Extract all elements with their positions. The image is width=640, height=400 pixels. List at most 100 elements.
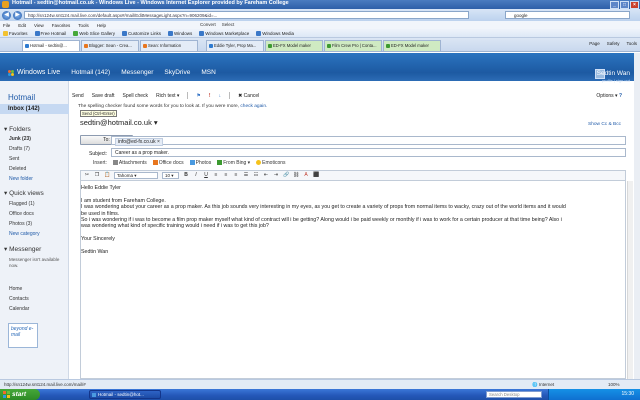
font-name-select[interactable]: Tahoma ▾ xyxy=(114,172,158,179)
sidebar-item-drafts[interactable]: Drafts (7) xyxy=(9,146,30,152)
page-scrollbar[interactable] xyxy=(634,53,640,379)
font-size-select[interactable]: 10 ▾ xyxy=(162,172,179,179)
nav-messenger[interactable]: Messenger xyxy=(121,69,153,76)
copy-icon[interactable]: ❐ xyxy=(94,172,100,179)
importance-icon[interactable]: ! xyxy=(209,93,211,99)
tab-blogger[interactable]: Blogger: Sean - Crea... xyxy=(81,40,139,51)
fav-windows-marketplace[interactable]: Windows Marketplace xyxy=(199,30,249,36)
align-right-icon[interactable]: ≡ xyxy=(233,172,239,179)
cancel-button[interactable]: ✖ Cancel xyxy=(238,93,259,99)
sidebar-item-office-docs[interactable]: Office docs xyxy=(9,211,34,217)
italic-button[interactable]: I xyxy=(193,172,199,179)
flag-icon[interactable]: ⚑ xyxy=(196,93,200,99)
message-body[interactable]: Hello Eddie Tyler I am student from Fare… xyxy=(80,181,626,379)
tools-menu[interactable]: Tools xyxy=(626,41,637,46)
nav-msn[interactable]: MSN xyxy=(201,69,215,76)
sidebar-title[interactable]: Hotmail xyxy=(8,93,35,102)
close-button[interactable]: × xyxy=(630,0,639,9)
insert-from-bing[interactable]: From Bing ▾ xyxy=(217,160,250,166)
select-button[interactable]: Select xyxy=(222,22,235,27)
send-button[interactable]: Send xyxy=(72,93,84,99)
start-button[interactable]: start xyxy=(0,389,40,400)
body-scrollbar[interactable] xyxy=(627,181,633,379)
insert-attachments[interactable]: Attachments xyxy=(112,160,147,166)
menu-edit[interactable]: Edit xyxy=(18,23,26,28)
windows-live-logo[interactable]: Windows Live xyxy=(8,69,60,76)
insert-emoticons[interactable]: Emoticons xyxy=(256,160,286,166)
fav-web-slice-gallery[interactable]: Web Slice Gallery xyxy=(73,30,115,36)
subject-field[interactable]: Career as a prop maker. xyxy=(111,148,626,157)
nav-hotmail[interactable]: Hotmail (142) xyxy=(71,69,110,76)
unlink-icon[interactable]: ⛓ xyxy=(293,172,299,179)
fav-windows-media[interactable]: Windows Media xyxy=(256,30,294,36)
tab-edfx-1[interactable]: ED-FX Model maker xyxy=(265,40,323,51)
numbered-list-icon[interactable]: ☷ xyxy=(253,172,259,179)
show-cc-bcc-link[interactable]: Show Cc & Bcc xyxy=(588,122,621,127)
menu-file[interactable]: File xyxy=(3,23,10,28)
cut-icon[interactable]: ✂ xyxy=(84,172,90,179)
link-icon[interactable]: 🔗 xyxy=(283,172,289,179)
taskbar-item-hotmail[interactable]: Hotmail - sedtin@hot... xyxy=(89,390,161,399)
spell-check-button[interactable]: Spell check xyxy=(122,93,148,99)
sidebar-item-flagged[interactable]: Flagged (1) xyxy=(9,201,35,207)
nav-skydrive[interactable]: SkyDrive xyxy=(164,69,190,76)
menu-help[interactable]: Help xyxy=(97,23,106,28)
zoom-level[interactable]: 100% xyxy=(608,382,620,387)
safety-menu[interactable]: Safety xyxy=(607,41,620,46)
tab-sean-information[interactable]: Sean: Information xyxy=(140,40,198,51)
insert-photos[interactable]: Photos xyxy=(189,160,211,166)
insert-office-docs[interactable]: Office docs xyxy=(152,160,184,166)
maximize-button[interactable]: □ xyxy=(620,0,629,9)
new-folder-link[interactable]: New folder xyxy=(9,176,33,182)
browser-search-input[interactable]: google xyxy=(505,11,630,19)
forward-button[interactable]: ▶ xyxy=(13,10,22,20)
recipient-chip[interactable]: info@ed-fx.co.uk × xyxy=(115,137,163,146)
align-center-icon[interactable]: ≡ xyxy=(223,172,229,179)
menu-tools[interactable]: Tools xyxy=(78,23,89,28)
remove-recipient-icon[interactable]: × xyxy=(157,139,160,145)
sidebar-item-contacts[interactable]: Contacts xyxy=(9,296,29,302)
url-input[interactable]: http://sn124w.snt124.mail.live.com/defau… xyxy=(24,11,469,19)
check-again-link[interactable]: check again. xyxy=(240,104,267,109)
minimize-button[interactable]: _ xyxy=(610,0,619,9)
low-priority-icon[interactable]: ↓ xyxy=(219,93,222,99)
sidebar-item-photos[interactable]: Photos (3) xyxy=(9,221,32,227)
fav-windows[interactable]: Windows xyxy=(167,30,192,36)
tab-hotmail[interactable]: Hotmail - sedtin@... xyxy=(22,40,80,51)
sidebar-item-deleted[interactable]: Deleted xyxy=(9,166,26,172)
to-field[interactable]: info@ed-fx.co.uk × xyxy=(111,136,626,146)
folders-header[interactable]: ▾ Folders xyxy=(4,125,31,133)
paste-icon[interactable]: 📋 xyxy=(104,172,110,179)
tab-film-crew-pro[interactable]: Film Crew Pro | Conta... xyxy=(324,40,382,51)
messenger-header[interactable]: ▾ Messenger xyxy=(4,245,41,253)
rich-text-dropdown[interactable]: Rich text ▾ xyxy=(156,93,179,99)
back-button[interactable]: ◀ xyxy=(2,10,11,20)
menu-favorites[interactable]: Favorites xyxy=(52,23,71,28)
bullet-list-icon[interactable]: ☰ xyxy=(243,172,249,179)
user-name[interactable]: Sedtin Wan xyxy=(597,70,630,77)
beyond-email-ad[interactable]: beyond e-mail xyxy=(8,323,38,348)
options-menu[interactable]: Options ▾ ? xyxy=(596,93,622,99)
sidebar-item-home[interactable]: Home xyxy=(9,286,22,292)
align-left-icon[interactable]: ≡ xyxy=(213,172,219,179)
user-links[interactable]: profile | sign out xyxy=(597,78,630,83)
sidebar-item-inbox[interactable]: Inbox (142) xyxy=(0,104,69,114)
new-category-link[interactable]: New category xyxy=(9,231,40,237)
sidebar-item-junk[interactable]: Junk (23) xyxy=(9,136,31,142)
fav-free-hotmail[interactable]: Free Hotmail xyxy=(34,30,66,36)
menu-view[interactable]: View xyxy=(34,23,44,28)
indent-icon[interactable]: ⇥ xyxy=(273,172,279,179)
font-color-icon[interactable]: ⬛ xyxy=(313,172,319,179)
sidebar-item-calendar[interactable]: Calendar xyxy=(9,306,29,312)
fav-customize-links[interactable]: Customize Links xyxy=(121,30,161,36)
bold-button[interactable]: B xyxy=(183,172,189,179)
desktop-search-input[interactable]: Search Desktop xyxy=(486,391,542,398)
quick-views-header[interactable]: ▾ Quick views xyxy=(4,189,44,197)
sidebar-item-sent[interactable]: Sent xyxy=(9,156,19,162)
page-menu[interactable]: Page xyxy=(589,41,600,46)
favorites-button[interactable]: Favorites xyxy=(3,30,28,36)
convert-button[interactable]: Convert xyxy=(200,22,216,27)
tab-eddie-tyler[interactable]: Eddie Tyler, Prop Ma... xyxy=(206,40,264,51)
underline-button[interactable]: U xyxy=(203,172,209,179)
from-account[interactable]: sedtin@hotmail.co.uk ▾ xyxy=(80,118,158,127)
